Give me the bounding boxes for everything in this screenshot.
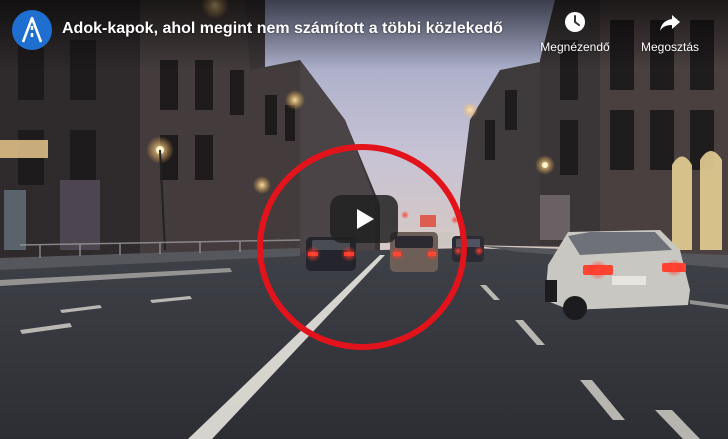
watch-later-label: Megnézendő (540, 40, 610, 54)
video-player[interactable]: Adok-kapok, ahol megint nem számított a … (0, 0, 728, 439)
share-button[interactable]: Megosztás (630, 10, 710, 54)
share-arrow-icon (660, 15, 680, 31)
share-label: Megosztás (640, 40, 700, 54)
play-button[interactable] (330, 195, 398, 243)
clock-icon (565, 12, 585, 32)
play-icon (330, 195, 398, 243)
channel-logo-icon[interactable] (12, 10, 52, 50)
video-title[interactable]: Adok-kapok, ahol megint nem számított a … (62, 20, 530, 38)
watch-later-button[interactable]: Megnézendő (534, 10, 616, 54)
